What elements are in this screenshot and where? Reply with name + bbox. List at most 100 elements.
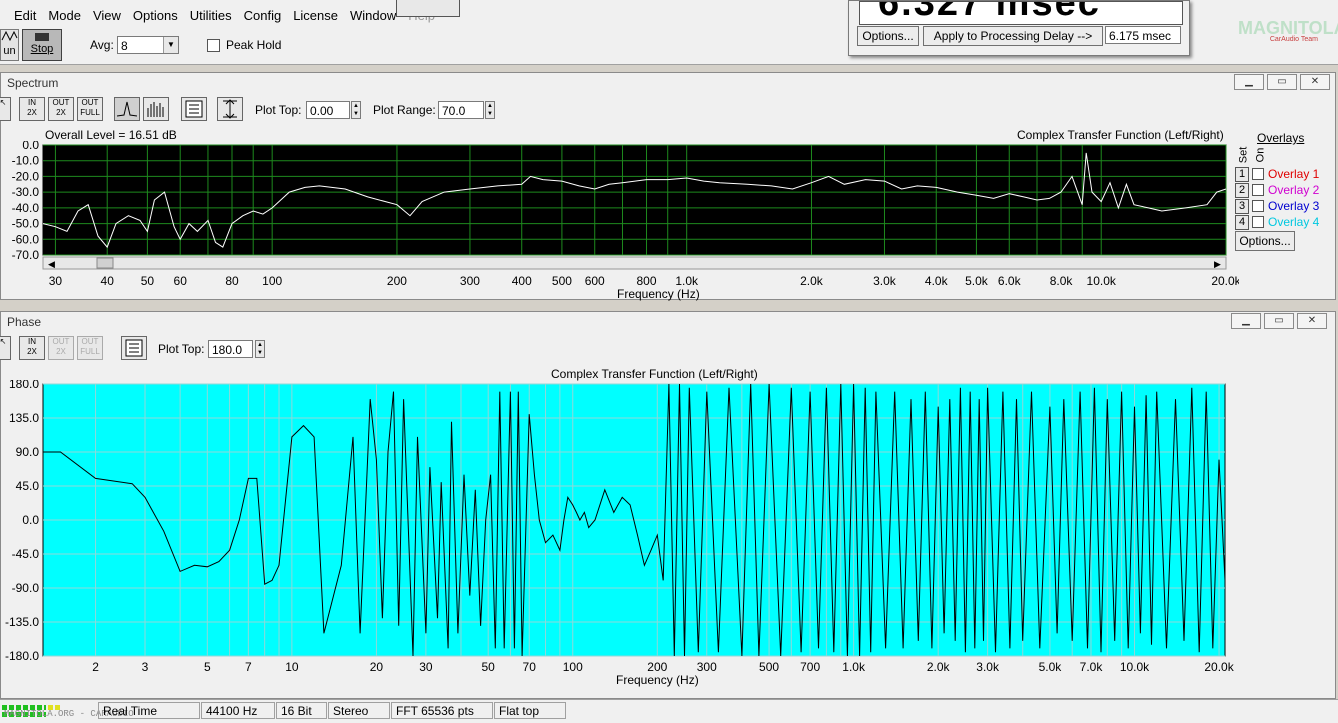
zoom-out-2x-icon[interactable]: OUT 2X (48, 97, 74, 121)
overlay-on-checkbox[interactable] (1252, 184, 1264, 196)
overlay-on-checkbox[interactable] (1252, 200, 1264, 212)
x-tick-label: 10.0k (1087, 274, 1117, 288)
overlay-set-button[interactable]: 3 (1235, 199, 1249, 214)
x-tick-label: 70 (523, 660, 537, 674)
x-tick-label: 10 (285, 660, 299, 674)
y-tick-label: -45.0 (12, 547, 40, 561)
scroll-left-icon[interactable]: ◀ (48, 259, 55, 269)
avg-select[interactable]: 8 ▼ (117, 36, 179, 54)
bar-plot-icon[interactable] (143, 97, 169, 121)
run-button[interactable]: un (0, 29, 19, 61)
phase-chart[interactable]: 180.0 135.0 90.0 45.0 0.0 -45.0 -90.0 -135.0 -18… (1, 380, 1239, 676)
waveform-icon (1, 30, 18, 42)
close-icon[interactable]: ✕ (1297, 313, 1327, 329)
scroll-right-icon[interactable]: ▶ (1214, 259, 1221, 269)
y-tick-label: -135.0 (5, 615, 39, 629)
spectrum-plot-top-spinner[interactable]: ▲ ▼ (351, 101, 361, 119)
scrollbar-thumb[interactable] (96, 257, 114, 269)
line-plot-icon[interactable] (114, 97, 140, 121)
legend-toggle-icon[interactable] (181, 97, 207, 121)
overlay-name: Overlay 3 (1268, 199, 1320, 213)
overlay-on-checkbox[interactable] (1252, 168, 1264, 180)
overlay-on-checkbox[interactable] (1252, 216, 1264, 228)
overlay-set-button[interactable]: 1 (1235, 167, 1249, 182)
delay-big-value: 6.327 msec (878, 1, 1101, 24)
stop-button[interactable]: Stop (22, 29, 62, 61)
delay-finder-window: 6.327 msec Options... Apply to Processin… (848, 0, 1190, 56)
overlays-on-label: On (1254, 147, 1267, 163)
restore-icon[interactable]: ▭ (1264, 313, 1294, 329)
menu-config[interactable]: Config (238, 8, 288, 23)
menu-window[interactable]: Window (344, 8, 402, 23)
x-tick-label: 20.0k (1211, 274, 1239, 288)
zoom-out-2x-icon[interactable]: OUT 2X (48, 336, 74, 360)
x-tick-label: 80 (225, 274, 239, 288)
status-fft-size: FFT 65536 pts (391, 702, 493, 719)
phase-window: Phase ▁ ▭ ✕ ↖ IN 2X OUT 2X OUT FULL Plot To… (0, 311, 1336, 699)
zoom-out-full-icon[interactable]: OUT FULL (77, 336, 103, 360)
menu-edit[interactable]: Edit (8, 8, 42, 23)
delay-options-button[interactable]: Options... (857, 26, 919, 46)
menu-view[interactable]: View (87, 8, 127, 23)
menu-license[interactable]: License (287, 8, 344, 23)
minimize-icon[interactable]: ▁ (1234, 74, 1264, 90)
overlay-set-button[interactable]: 4 (1235, 215, 1249, 230)
status-sample-rate: 44100 Hz (201, 702, 275, 719)
phase-titlebar: Phase ▁ ▭ ✕ (1, 312, 1335, 332)
overall-level: Overall Level = 16.51 dB (45, 128, 177, 142)
zoom-out-full-icon[interactable]: OUT FULL (77, 97, 103, 121)
close-icon[interactable]: ✕ (1300, 74, 1330, 90)
x-tick-label: 30 (419, 660, 433, 674)
x-tick-label: 2.0k (927, 660, 951, 674)
x-tick-label: 8.0k (1050, 274, 1074, 288)
menu-options[interactable]: Options (127, 8, 184, 23)
status-bar: MAGNITOLA.ORG - CARAUDIO Real Time 44100… (0, 699, 1338, 723)
x-tick-label: 7 (245, 660, 252, 674)
stop-icon (35, 33, 49, 41)
y-tick-label: -10.0 (12, 154, 40, 168)
x-tick-label: 50 (141, 274, 155, 288)
y-tick-label: -70.0 (12, 248, 40, 262)
x-tick-label: 1.0k (842, 660, 866, 674)
overlay-name: Overlay 4 (1268, 215, 1320, 229)
zoom-in-2x-icon[interactable]: IN 2X (19, 336, 45, 360)
apply-processing-delay-button[interactable]: Apply to Processing Delay --> (923, 26, 1103, 46)
x-tick-label: 300 (460, 274, 480, 288)
y-tick-label: -90.0 (12, 581, 40, 595)
processing-delay-field[interactable]: 6.175 msec (1105, 26, 1181, 44)
spectrum-scrollbar[interactable] (42, 256, 1227, 270)
y-tick-label: 135.0 (9, 411, 39, 425)
y-tick-label: -50.0 (12, 217, 40, 231)
x-tick-label: 2 (92, 660, 99, 674)
zoom-in-2x-icon[interactable]: IN 2X (19, 97, 45, 121)
run-label: un (3, 45, 16, 57)
y-tick-label: -180.0 (5, 649, 39, 663)
status-mode: Real Time (98, 702, 200, 719)
x-tick-label: 40 (101, 274, 115, 288)
plot-range-spinner[interactable]: ▲ ▼ (485, 101, 495, 119)
y-tick-label: 180.0 (9, 380, 39, 391)
x-tick-label: 6.0k (998, 274, 1022, 288)
menu-mode[interactable]: Mode (42, 8, 87, 23)
chevron-down-icon[interactable]: ▼ (163, 37, 178, 53)
cursor-icon[interactable]: ↖ (0, 97, 11, 121)
x-tick-label: 5 (204, 660, 211, 674)
spectrum-chart[interactable]: 0.0 -10.0-20.0 -30.0 -40.0 -50.0-60.0 -70.0 30… (1, 141, 1239, 299)
plot-range-input[interactable]: 70.0 (438, 101, 484, 119)
vertical-scale-icon[interactable] (217, 97, 243, 121)
overlay-set-button[interactable]: 2 (1235, 183, 1249, 198)
overlay-options-button[interactable]: Options... (1235, 231, 1295, 251)
x-tick-label: 7.0k (1080, 660, 1104, 674)
legend-toggle-icon[interactable] (121, 336, 147, 360)
minimize-icon[interactable]: ▁ (1231, 313, 1261, 329)
restore-icon[interactable]: ▭ (1267, 74, 1297, 90)
menu-utilities[interactable]: Utilities (184, 8, 238, 23)
phase-title: Phase (7, 315, 42, 329)
cursor-icon[interactable]: ↖ (0, 336, 11, 360)
phase-plot-top-input[interactable]: 180.0 (208, 340, 253, 358)
floating-window-edge (396, 0, 460, 17)
peak-hold-checkbox[interactable] (207, 39, 220, 52)
spectrum-plot-top-input[interactable]: 0.00 (306, 101, 350, 119)
status-window: Flat top (494, 702, 566, 719)
phase-plot-top-spinner[interactable]: ▲ ▼ (255, 340, 265, 358)
